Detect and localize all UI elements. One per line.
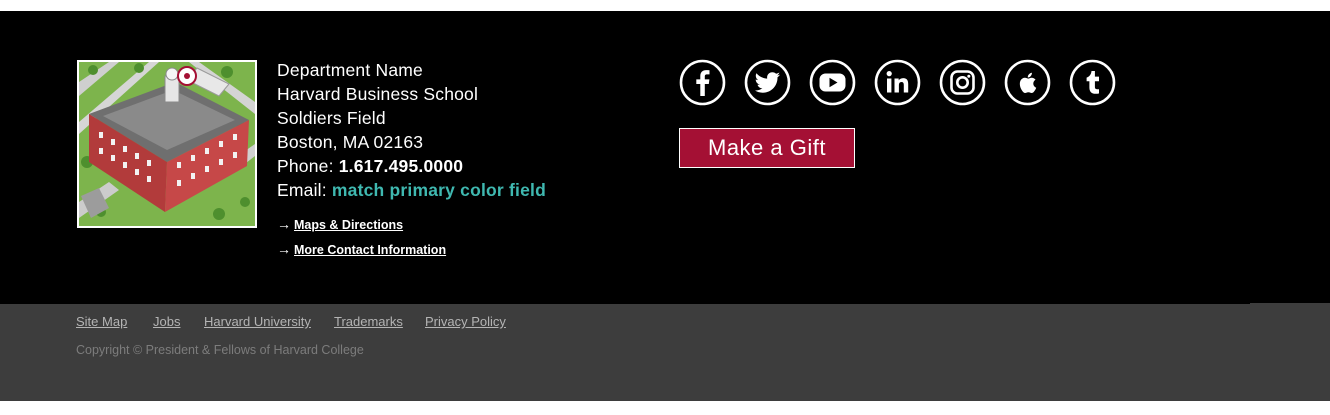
instagram-icon[interactable] [939,59,986,106]
phone-number[interactable]: 1.617.495.0000 [339,156,463,176]
make-a-gift-button[interactable]: Make a Gift [679,128,855,168]
facebook-icon[interactable] [679,59,726,106]
tumblr-icon[interactable] [1069,59,1116,106]
maps-link-row: → Maps & Directions [277,214,446,239]
city-state-zip: Boston, MA 02163 [277,132,424,152]
email-label: Email: [277,180,332,200]
street-address: Soldiers Field [277,108,386,128]
arrow-right-icon: → [277,241,291,257]
contact-link-row: → More Contact Information [277,239,446,264]
campus-map-image[interactable] [77,60,257,228]
footer-link-site-map[interactable]: Site Map [76,314,127,329]
school-name: Harvard Business School [277,84,479,104]
footer-bottom-edge [1250,303,1330,304]
maps-directions-link[interactable]: Maps & Directions [294,218,403,232]
page-top-strip [0,0,1330,11]
more-contact-link[interactable]: More Contact Information [294,243,446,257]
youtube-icon[interactable] [809,59,856,106]
phone-line: Phone: 1.617.495.0000 [277,154,546,178]
apple-icon[interactable] [1004,59,1051,106]
twitter-icon[interactable] [744,59,791,106]
email-link[interactable]: match primary color field [332,180,546,200]
campus-map-illustration [79,62,255,226]
linkedin-icon[interactable] [874,59,921,106]
footer-link-trademarks[interactable]: Trademarks [334,314,403,329]
footer-link-privacy-policy[interactable]: Privacy Policy [425,314,506,329]
contact-address: Department Name Harvard Business School … [277,58,546,202]
copyright-text: Copyright © President & Fellows of Harva… [76,343,364,357]
footer-link-harvard-university[interactable]: Harvard University [204,314,311,329]
contact-links: → Maps & Directions → More Contact Informa… [277,214,446,264]
phone-label: Phone: [277,156,339,176]
footer-link-jobs[interactable]: Jobs [153,314,180,329]
department-name: Department Name [277,60,423,80]
email-line: Email: match primary color field [277,178,546,202]
arrow-right-icon: → [277,216,291,232]
page-end-strip [0,401,1330,415]
